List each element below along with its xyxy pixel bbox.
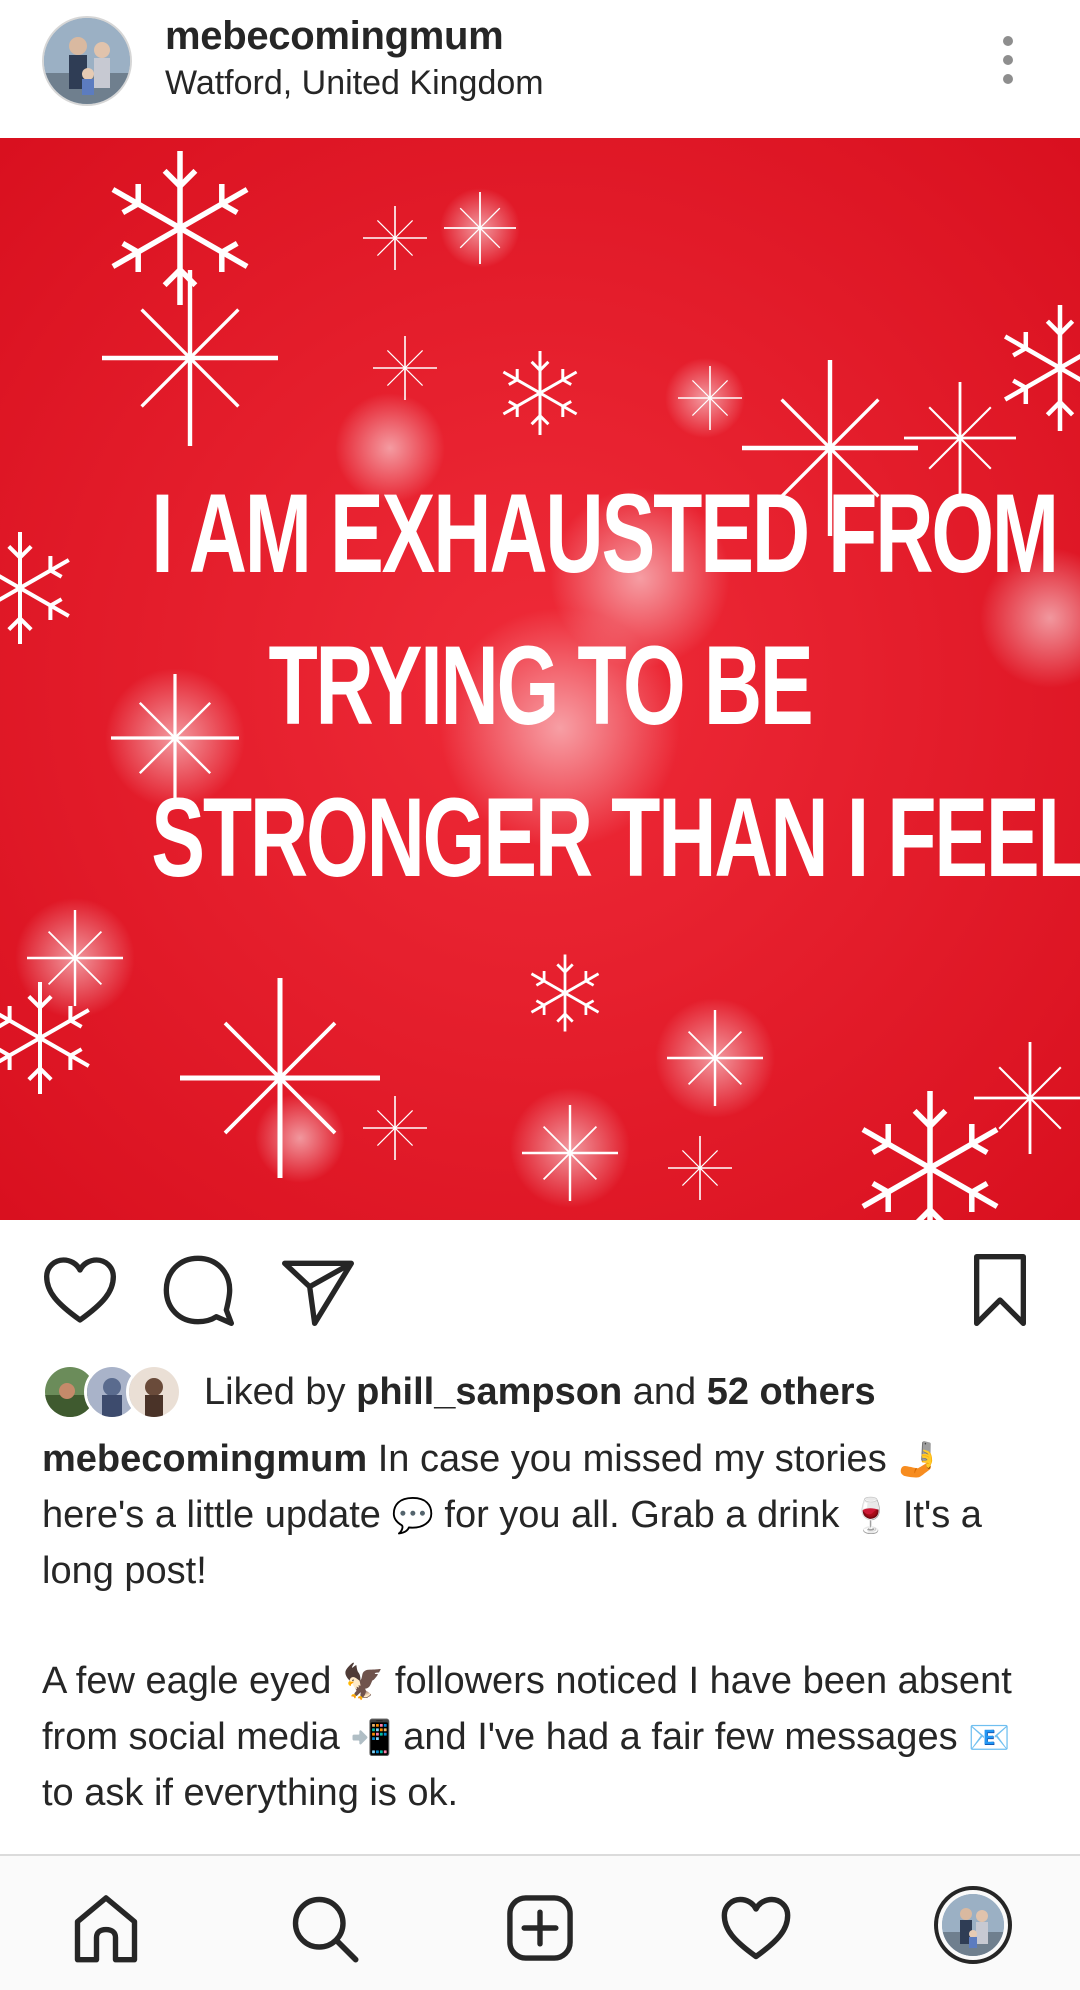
caption-username[interactable]: mebecomingmum	[42, 1438, 367, 1480]
caption-text: In case you missed my stories	[377, 1438, 887, 1480]
author-username[interactable]: mebecomingmum	[165, 14, 504, 59]
quote-line: TRYING TO BE	[268, 623, 813, 748]
post-location[interactable]: Watford, United Kingdom	[165, 64, 544, 103]
quote-line: STRONGER THAN I FEEL.	[151, 775, 1080, 900]
post-header: mebecomingmum Watford, United Kingdom	[0, 0, 1080, 138]
post-image[interactable]: I AM EXHAUSTED FROM TRYING TO BE STRONGE…	[0, 138, 1080, 1220]
post-actions	[0, 1220, 1080, 1350]
new-post-icon[interactable]	[502, 1890, 578, 1966]
bottom-nav	[0, 1854, 1080, 1990]
likes-connector: and	[632, 1370, 697, 1413]
post-caption: mebecomingmum In case you missed my stor…	[42, 1432, 1042, 1821]
liker-avatar	[126, 1364, 182, 1420]
caption-text: A few eagle eyed	[42, 1660, 332, 1702]
caption-text: for you all. Grab a drink	[444, 1494, 840, 1536]
caption-text: here's a little update	[42, 1494, 381, 1536]
caption-text: to ask if everything is ok.	[42, 1772, 459, 1814]
home-icon[interactable]	[68, 1890, 144, 1966]
search-icon[interactable]	[286, 1890, 362, 1966]
comment-bubble-icon[interactable]	[158, 1250, 238, 1330]
liker-avatars	[42, 1364, 182, 1420]
likes-text: Liked by phill_sampson and 52 others	[204, 1371, 876, 1414]
eagle-emoji-icon: 🦅	[342, 1663, 385, 1701]
profile-avatar[interactable]	[934, 1886, 1012, 1964]
speech-bubble-emoji-icon: 💬	[391, 1497, 434, 1535]
likes-prefix: Liked by	[204, 1370, 346, 1413]
more-options-icon[interactable]	[990, 30, 1026, 90]
heart-activity-icon[interactable]	[718, 1890, 794, 1966]
email-emoji-icon: 📧	[968, 1719, 1011, 1757]
quote-line: I AM EXHAUSTED FROM	[151, 471, 1059, 596]
paper-plane-icon[interactable]	[278, 1250, 358, 1330]
selfie-emoji-icon: 🤳	[897, 1441, 940, 1479]
bookmark-icon[interactable]	[960, 1250, 1040, 1330]
first-liker-username[interactable]: phill_sampson	[356, 1371, 622, 1413]
heart-outline-icon[interactable]	[40, 1250, 120, 1330]
author-avatar[interactable]	[42, 16, 132, 106]
phone-arrow-emoji-icon: 📲	[350, 1719, 393, 1757]
likes-summary[interactable]: Liked by phill_sampson and 52 others	[42, 1362, 876, 1422]
caption-text: and I've had a fair few messages	[403, 1716, 958, 1758]
wine-glass-emoji-icon: 🍷	[849, 1497, 893, 1535]
others-count[interactable]: 52 others	[707, 1371, 876, 1413]
post-image-quote: I AM EXHAUSTED FROM TRYING TO BE STRONGE…	[151, 458, 1080, 914]
